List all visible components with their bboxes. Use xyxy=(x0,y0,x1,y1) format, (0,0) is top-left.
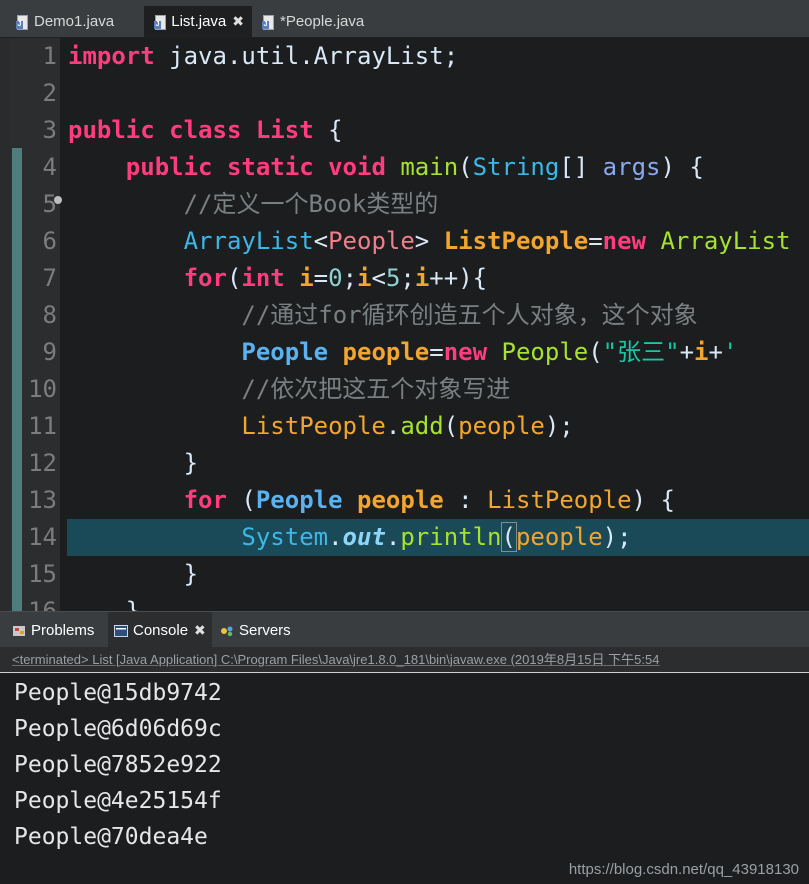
tab-console[interactable]: Console ✖ xyxy=(108,612,212,648)
code-comment: //依次把这五个对象写进 xyxy=(68,375,511,403)
java-file-icon: J xyxy=(262,14,274,30)
close-icon[interactable]: ✖ xyxy=(232,13,244,30)
watermark: https://blog.csdn.net/qq_43918130 xyxy=(568,861,799,878)
code-text: for (People people : ListPeople) { xyxy=(183,486,675,514)
code-line: 7 for(int i=0;i<5;i++){ xyxy=(0,260,809,297)
tab-servers[interactable]: Servers xyxy=(214,612,297,648)
line-number: 9 xyxy=(42,338,57,366)
code-text: ArrayList<People> ListPeople=new ArrayLi… xyxy=(183,227,791,255)
code-text: } xyxy=(68,449,199,477)
code-line: 2 xyxy=(0,75,809,112)
code-comment: //定义一个Book类型的 xyxy=(68,190,439,218)
code-editor[interactable]: 1 import java.util.ArrayList; 2 3 public… xyxy=(0,38,809,611)
code-line: 11 ListPeople.add(people); xyxy=(0,408,809,445)
java-file-icon: J xyxy=(154,14,166,30)
code-line: 9 People people=new People("张三"+i+' xyxy=(0,334,809,371)
console-output-line: People@7852e922 xyxy=(14,752,222,778)
console-output-line: People@15db9742 xyxy=(14,680,222,706)
code-line: 12 } xyxy=(0,445,809,482)
code-text: } xyxy=(68,560,199,588)
console-output-line: People@6d06d69c xyxy=(14,716,222,742)
line-number: 11 xyxy=(28,412,57,440)
console-output-line: People@4e25154f xyxy=(14,788,222,814)
tab-label: *People.java xyxy=(280,13,365,30)
code-line: 3 public class List { xyxy=(0,112,809,149)
tab-label: Demo1.java xyxy=(34,13,115,30)
line-number: 15 xyxy=(28,560,57,588)
code-line: 5 //定义一个Book类型的 xyxy=(0,186,809,223)
line-number: 13 xyxy=(28,486,57,514)
tab-list-java[interactable]: J List.java ✖ xyxy=(144,6,252,37)
console-tab-bar: Problems Console ✖ Servers xyxy=(0,611,809,648)
code-text: ListPeople.add(people); xyxy=(241,412,574,440)
servers-icon xyxy=(220,624,234,637)
code-line: 10 //依次把这五个对象写进 xyxy=(0,371,809,408)
code-line: 8 //通过for循环创造五个人对象，这个对象 xyxy=(0,297,809,334)
tab-problems[interactable]: Problems xyxy=(6,612,100,648)
tab-label: Console xyxy=(133,621,189,639)
code-line-current: 14 System.out.println(people); xyxy=(0,519,809,556)
console-output[interactable]: People@15db9742 People@6d06d69c People@7… xyxy=(0,673,809,884)
code-line: 6 ArrayList<People> ListPeople=new Array… xyxy=(0,223,809,260)
editor-tab-bar: J Demo1.java J List.java ✖ J *People.jav… xyxy=(0,0,809,38)
tab-label: Servers xyxy=(239,621,291,639)
code-text: } xyxy=(68,597,141,611)
line-number: 10 xyxy=(28,375,57,403)
line-number: 3 xyxy=(42,116,57,144)
code-line: 13 for (People people : ListPeople) { xyxy=(0,482,809,519)
console-output-line: People@70dea4e xyxy=(14,824,208,850)
code-text: System.out.println(people); xyxy=(241,522,632,552)
line-number: 6 xyxy=(42,227,57,255)
tab-people-java[interactable]: J *People.java xyxy=(252,6,392,37)
java-file-icon: J xyxy=(16,14,28,30)
tab-label: Problems xyxy=(31,621,95,639)
line-number: 7 xyxy=(42,264,57,292)
console-status-line: <terminated> List [Java Application] C:\… xyxy=(0,647,809,673)
console-icon xyxy=(114,624,128,637)
code-line: 16 } xyxy=(0,593,809,611)
close-icon[interactable]: ✖ xyxy=(194,622,206,639)
line-number: 5 xyxy=(42,190,57,218)
code-text: for(int i=0;i<5;i++){ xyxy=(183,264,488,292)
line-number: 4 xyxy=(42,153,57,181)
line-number: 2 xyxy=(42,79,57,107)
tab-demo1-java[interactable]: J Demo1.java xyxy=(6,6,144,37)
code-line: 1 import java.util.ArrayList; xyxy=(0,38,809,75)
code-text: import java.util.ArrayList; xyxy=(68,42,459,70)
line-number: 14 xyxy=(28,523,57,551)
line-number: 12 xyxy=(28,449,57,477)
code-line: 4 public static void main(String[] args)… xyxy=(0,149,809,186)
code-comment: //通过for循环创造五个人对象，这个对象 xyxy=(68,301,698,329)
code-text: public static void main(String[] args) { xyxy=(125,153,704,181)
tab-label: List.java xyxy=(171,13,227,30)
code-text: public class List { xyxy=(68,116,343,144)
line-number: 1 xyxy=(42,42,57,70)
line-number: 16 xyxy=(28,597,57,611)
code-text: People people=new People("张三"+i+' xyxy=(241,338,738,366)
code-line: 15 } xyxy=(0,556,809,593)
line-number: 8 xyxy=(42,301,57,329)
problems-icon xyxy=(12,624,26,636)
